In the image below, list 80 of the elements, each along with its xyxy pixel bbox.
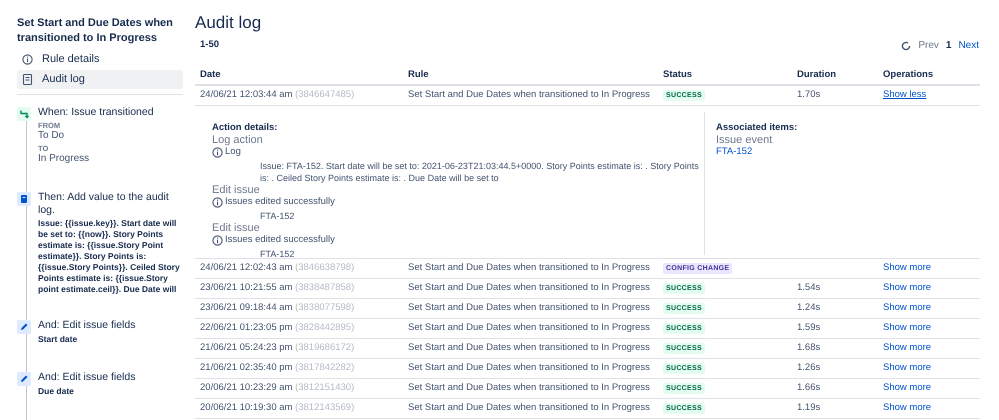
- issue-link[interactable]: FTA-152: [716, 146, 798, 158]
- show-more-link[interactable]: Show more: [883, 282, 932, 294]
- table-cell-text: 23/06/21 09:18:44 am (3838077598): [200, 301, 356, 316]
- pencil-icon: [17, 372, 31, 386]
- table-cell-text: 21/06/21 05:24:23 pm (3819686172): [200, 341, 356, 356]
- column-header: Date: [200, 68, 222, 82]
- table-cell-text: 1.54s: [797, 281, 822, 296]
- show-more-link[interactable]: Show more: [883, 402, 932, 414]
- refresh-icon: [901, 40, 912, 50]
- column-header: Status: [663, 68, 694, 82]
- column-header: Rule: [408, 68, 430, 82]
- action-detail: Issue: FTA-152. Start date will be set to: 2021-06-23T21:03:44.5+0000. Story Points estimate is: . Story Points is: . Ceiled Story Points estimate is: . Due Date will be set to: [259, 160, 700, 184]
- document-icon: [17, 192, 31, 206]
- component-title: When: Issue transitioned: [38, 106, 154, 119]
- document-icon: [22, 74, 33, 85]
- info-icon: [212, 196, 223, 208]
- associated-heading: Associated items:: [716, 122, 798, 134]
- column-header: Operations: [883, 68, 934, 82]
- action-title: Log action: [212, 134, 264, 146]
- details-heading: Action details:: [212, 122, 278, 134]
- component-detail: Issue: {{issue.key}}. Start date will be set to: {{now}}. Story Points estimate is: {{issue.Story Point estimate}}. Story Points is: {{issue.Story Points}}. Ceiled Story Points estimate is: {{issue.Story point estimate.ceil}}. Due Date will: [38, 218, 181, 295]
- table-cell-text: Set Start and Due Dates when transitioned to In Progress: [408, 88, 651, 102]
- table-cell-text: 1.59s: [797, 321, 822, 336]
- table-cell-text: Set Start and Due Dates when transitioned to In Progress: [408, 401, 651, 416]
- table-cell-text: 1.66s: [797, 381, 822, 396]
- action-detail: FTA-152: [259, 210, 296, 222]
- page-number[interactable]: 1: [946, 38, 952, 53]
- info-icon: [22, 54, 33, 65]
- pencil-icon: [17, 320, 31, 334]
- rule-title: Set Start and Due Dates when transitioned to In Progress: [17, 16, 174, 46]
- component-title: And: Edit issue fields: [38, 319, 136, 332]
- table-cell-text: 24/06/21 12:02:43 am (3846638798): [200, 261, 356, 276]
- action-title: Edit issue: [212, 222, 261, 234]
- action-message: Log: [225, 146, 241, 158]
- table-cell-text: 20/06/21 10:23:29 am (3812151430): [200, 381, 356, 396]
- component-detail: Start date: [38, 333, 78, 345]
- component-title: Then: Add value to the audit log.: [38, 191, 170, 217]
- info-icon: [212, 234, 223, 246]
- table-cell-text: 21/06/21 02:35:40 pm (3817842282): [200, 361, 356, 376]
- show-more-link[interactable]: Show more: [883, 382, 932, 394]
- column-header: Duration: [797, 68, 838, 82]
- table-cell-text: 1.68s: [797, 341, 822, 356]
- next-link[interactable]: Next: [958, 38, 979, 53]
- table-cell-text: 20/06/21 10:19:30 am (3812143569): [200, 401, 356, 416]
- show-more-link[interactable]: Show more: [883, 322, 932, 334]
- result-range: 1-50: [200, 38, 220, 52]
- table-cell-text: Set Start and Due Dates when transitioned to In Progress: [408, 281, 651, 296]
- table-cell-text: 22/06/21 01:23:05 pm (3828442895): [200, 321, 356, 336]
- page-title: Audit log: [195, 12, 262, 34]
- table-cell-text: 1.70s: [797, 88, 822, 102]
- table-cell-text: Set Start and Due Dates when transitioned to In Progress: [408, 321, 651, 336]
- table-cell-text: 1.19s: [797, 401, 822, 416]
- table-cell-text: Set Start and Due Dates when transitioned to In Progress: [408, 301, 651, 316]
- component-detail: Due date: [38, 385, 75, 397]
- component-title: And: Edit issue fields: [38, 371, 136, 384]
- show-more-link[interactable]: Show more: [883, 262, 932, 274]
- action-message: Issues edited successfully: [225, 196, 335, 208]
- branch-icon: [17, 107, 31, 121]
- show-more-link[interactable]: Show more: [883, 302, 932, 314]
- table-cell-text: 1.26s: [797, 361, 822, 376]
- table-cell-text: 24/06/21 12:03:44 am (3846647485): [200, 88, 356, 102]
- action-detail: FTA-152: [259, 248, 296, 260]
- show-less-link[interactable]: Show less: [883, 89, 926, 100]
- table-cell-text: Set Start and Due Dates when transitioned to In Progress: [408, 341, 651, 356]
- table-cell-text: Set Start and Due Dates when transitioned to In Progress: [408, 361, 651, 376]
- info-icon: [212, 146, 223, 158]
- associated-type: Issue event: [716, 134, 774, 146]
- action-message: Issues edited successfully: [225, 234, 335, 246]
- action-title: Edit issue: [212, 184, 261, 196]
- table-cell-text: 1.24s: [797, 301, 822, 316]
- table-cell-text: Set Start and Due Dates when transitioned to In Progress: [408, 261, 651, 276]
- prev-link[interactable]: Prev: [918, 38, 939, 53]
- table-cell-text: 23/06/21 10:21:55 am (3838487858): [200, 281, 356, 296]
- sidebar-nav-item[interactable]: Audit log: [17, 70, 183, 89]
- show-more-link[interactable]: Show more: [883, 342, 932, 354]
- sidebar-nav-item[interactable]: Rule details: [17, 50, 183, 69]
- field-value: In Progress: [38, 153, 90, 165]
- field-value: To Do: [38, 130, 66, 142]
- show-more-link[interactable]: Show more: [883, 362, 932, 374]
- table-cell-text: Set Start and Due Dates when transitioned to In Progress: [408, 381, 651, 396]
